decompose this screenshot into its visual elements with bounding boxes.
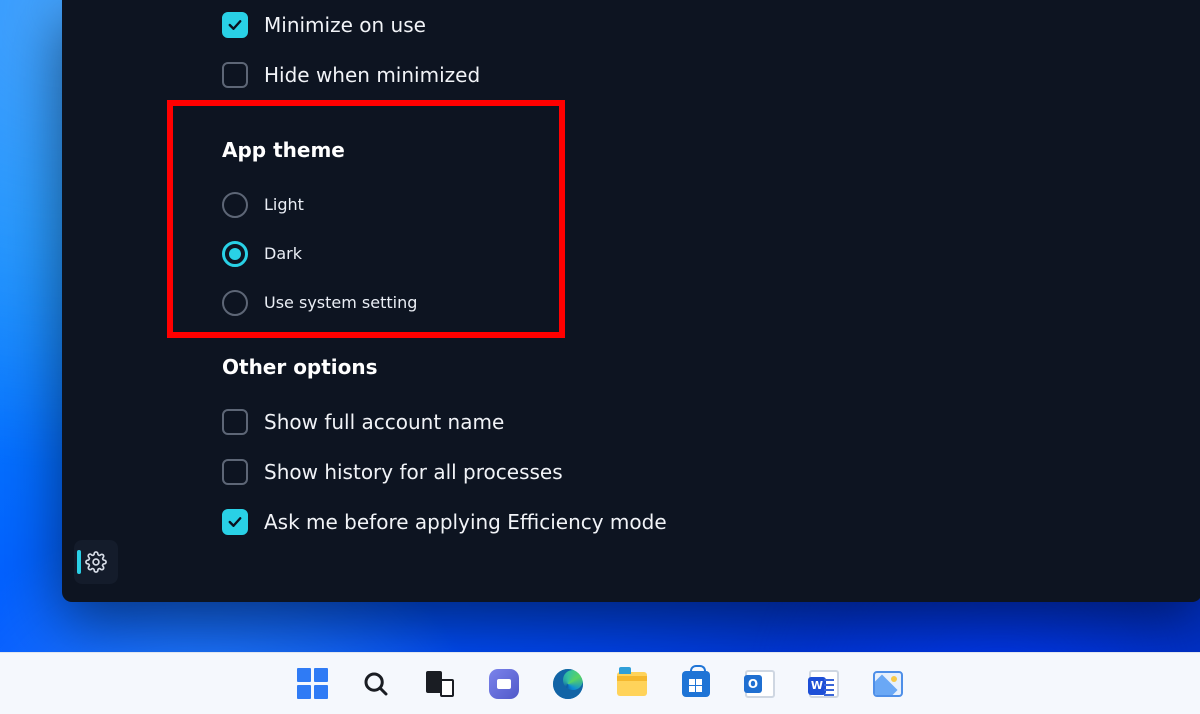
photos-icon [873, 671, 903, 697]
option-ask-before-efficiency-mode[interactable]: Ask me before applying Efficiency mode [222, 497, 1162, 547]
edge-icon [553, 669, 583, 699]
taskbar-file-explorer-button[interactable] [611, 663, 653, 705]
task-view-icon [426, 671, 454, 697]
option-label: Ask me before applying Efficiency mode [264, 510, 667, 534]
option-label: Hide when minimized [264, 63, 480, 87]
active-indicator [77, 550, 81, 574]
windows-logo-icon [297, 668, 328, 699]
checkbox-icon[interactable] [222, 12, 248, 38]
settings-window: Minimize on use Hide when minimized App … [62, 0, 1200, 602]
checkbox-icon[interactable] [222, 62, 248, 88]
search-icon [361, 669, 391, 699]
option-show-history-all-processes[interactable]: Show history for all processes [222, 447, 1162, 497]
taskbar-chat-button[interactable] [483, 663, 525, 705]
chat-icon [489, 669, 519, 699]
checkbox-icon[interactable] [222, 509, 248, 535]
taskbar-outlook-button[interactable]: O [739, 663, 781, 705]
taskbar-word-button[interactable]: W [803, 663, 845, 705]
option-minimize-on-use[interactable]: Minimize on use [222, 0, 1162, 50]
taskbar: O W [0, 652, 1200, 714]
taskbar-search-button[interactable] [355, 663, 397, 705]
checkbox-icon[interactable] [222, 409, 248, 435]
gear-icon [85, 551, 107, 573]
desktop-wallpaper: Minimize on use Hide when minimized App … [0, 0, 1200, 714]
option-show-full-account-name[interactable]: Show full account name [222, 397, 1162, 447]
outlook-icon: O [745, 670, 775, 698]
checkbox-icon[interactable] [222, 459, 248, 485]
annotation-highlight-box [167, 100, 565, 338]
option-label: Minimize on use [264, 13, 426, 37]
taskbar-edge-button[interactable] [547, 663, 589, 705]
option-label: Show full account name [264, 410, 504, 434]
sidebar-settings-button[interactable] [74, 540, 118, 584]
section-heading-other-options: Other options [222, 355, 1162, 379]
option-label: Show history for all processes [264, 460, 563, 484]
taskbar-photos-button[interactable] [867, 663, 909, 705]
store-icon [682, 671, 710, 697]
word-icon: W [809, 670, 839, 698]
taskbar-microsoft-store-button[interactable] [675, 663, 717, 705]
taskbar-start-button[interactable] [291, 663, 333, 705]
option-hide-when-minimized[interactable]: Hide when minimized [222, 50, 1162, 100]
folder-icon [617, 672, 647, 696]
taskbar-task-view-button[interactable] [419, 663, 461, 705]
